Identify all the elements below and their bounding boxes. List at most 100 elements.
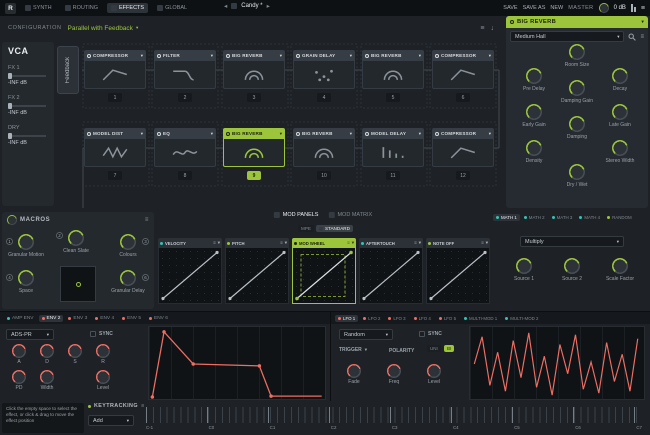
search-icon[interactable] <box>628 33 637 41</box>
mod-source-mod-wheel[interactable]: MOD WHEEL ≡ ▾ <box>292 238 356 306</box>
knob-decay-env[interactable]: D <box>33 344 61 365</box>
tab-math-1[interactable]: MATH 1 <box>493 214 520 221</box>
chevron-down-icon[interactable]: ▾ <box>350 131 352 137</box>
pitch-curve-graph[interactable] <box>225 248 289 304</box>
lfo-shape-select[interactable]: Random ▾ <box>339 329 393 340</box>
knob-width[interactable]: Width <box>33 370 61 391</box>
tab-random[interactable]: RANDOM <box>604 214 635 221</box>
lfo-trigger-select[interactable]: TRIGGER ▾ <box>339 347 367 353</box>
effect-slot-6[interactable]: COMPRESSOR ▾ 6 <box>432 50 494 102</box>
knob-damping-gain[interactable]: Damping Gain <box>555 80 599 104</box>
env-sync-toggle[interactable]: SYNC <box>90 331 113 337</box>
macros-settings-icon[interactable]: ≡ <box>145 217 149 223</box>
configuration-select[interactable]: Parallel with Feedback ▾ <box>68 25 139 32</box>
knob-scale-factor[interactable]: Scale Factor <box>596 258 644 282</box>
power-icon[interactable] <box>510 20 514 24</box>
knob-sustain[interactable]: S <box>61 344 89 365</box>
knob-pre-delay[interactable]: Pre Delay <box>512 68 556 92</box>
effect-slot-5[interactable]: BIG REVERB ▾ 5 <box>362 50 424 102</box>
env-mode-select[interactable]: ADS-PR ▾ <box>6 329 54 340</box>
knob-late-gain[interactable]: Late Gain <box>598 104 642 128</box>
tab-math-4[interactable]: MATH 4 <box>576 214 603 221</box>
keytracking-ruler[interactable] <box>146 407 642 423</box>
keytracking-add-select[interactable]: Add ▾ <box>88 415 134 426</box>
power-icon[interactable] <box>87 53 91 58</box>
chevron-down-icon[interactable]: ▾ <box>352 240 354 246</box>
tab-effects[interactable]: EFFECTS <box>107 3 149 13</box>
power-icon[interactable] <box>365 131 369 136</box>
chevron-down-icon[interactable]: ▾ <box>419 53 421 59</box>
effect-rack[interactable]: COMPRESSOR ▾ 1 FILTER ▾ 2 BIG REVERB ▾ 3 GR… <box>82 42 502 208</box>
power-icon[interactable] <box>435 131 439 136</box>
knob-density[interactable]: Density <box>512 140 556 164</box>
save-button[interactable]: SAVE <box>503 5 517 11</box>
power-icon[interactable] <box>296 131 300 136</box>
tab-math-2[interactable]: MATH 2 <box>521 214 548 221</box>
tab-lfo-5[interactable]: LFO 5 <box>436 315 459 322</box>
lfo-waveform-graph[interactable] <box>469 326 645 400</box>
tab-amp-env[interactable]: AMP ENV <box>4 315 37 322</box>
mod-source-note-off[interactable]: NOTE OFF ≡ ▾ <box>426 238 490 306</box>
preset-browser-icon[interactable] <box>231 3 238 9</box>
tab-lfo-3[interactable]: LFO 3 <box>385 315 408 322</box>
tab-global[interactable]: GLOBAL <box>153 3 191 13</box>
knob-early-gain[interactable]: Early Gain <box>512 104 556 128</box>
preset-name[interactable]: Candy * <box>241 3 262 9</box>
power-icon[interactable] <box>226 131 230 136</box>
chevron-down-icon[interactable]: ▾ <box>218 240 220 246</box>
knob-dry-wet[interactable]: Dry / Wet <box>555 164 599 188</box>
effect-slot-4[interactable]: GRAIN DELAY ▾ 4 <box>293 50 355 102</box>
knob-source-1[interactable]: Source 1 <box>500 258 548 282</box>
knob-fade[interactable]: Fade <box>340 364 368 385</box>
power-icon[interactable] <box>157 53 161 58</box>
polarity-uni-button[interactable]: UNI <box>427 345 441 352</box>
preset-next-button[interactable]: ▸ <box>267 2 270 10</box>
power-icon[interactable] <box>87 131 91 136</box>
power-icon[interactable] <box>226 53 230 58</box>
dry-level-slider[interactable] <box>8 133 46 139</box>
power-icon[interactable] <box>296 53 300 58</box>
effect-slot-8[interactable]: EQ ▾ 8 <box>154 128 216 180</box>
keytracking-settings-icon[interactable]: ≡ <box>141 403 145 409</box>
reverb-preset-select[interactable]: Medium Hall ▾ <box>510 31 625 42</box>
sliders-icon[interactable]: ≡ <box>414 240 417 246</box>
knob-decay[interactable]: Decay <box>598 68 642 92</box>
aftertouch-curve-graph[interactable] <box>359 248 423 304</box>
tab-math-3[interactable]: MATH 3 <box>549 214 576 221</box>
knob-lfo-level[interactable]: Level <box>420 364 448 385</box>
power-icon[interactable] <box>157 131 161 136</box>
sliders-icon[interactable]: ≡ <box>347 240 350 246</box>
effect-slot-11[interactable]: MODEL DELAY ▾ 11 <box>362 128 424 180</box>
lfo-sync-toggle[interactable]: SYNC <box>419 331 442 337</box>
knob-stereo-width[interactable]: Stereo Width <box>598 140 642 164</box>
chevron-down-icon[interactable]: ▾ <box>489 131 491 137</box>
effect-slot-12[interactable]: COMPRESSOR ▾ 12 <box>432 128 494 180</box>
tab-env-5[interactable]: ENV 5 <box>119 315 144 322</box>
tab-synth[interactable]: SYNTH <box>21 3 56 13</box>
note-off-curve-graph[interactable] <box>426 248 490 304</box>
effect-slot-2[interactable]: FILTER ▾ 2 <box>154 50 216 102</box>
chevron-down-icon[interactable]: ▾ <box>211 131 213 137</box>
sliders-icon[interactable]: ≡ <box>481 240 484 246</box>
effect-slot-1[interactable]: COMPRESSOR ▾ 1 <box>84 50 146 102</box>
chevron-down-icon[interactable]: ▾ <box>141 131 143 137</box>
envelope-graph[interactable] <box>148 326 326 400</box>
chevron-down-icon[interactable]: ▾ <box>486 240 488 246</box>
knob-source-2[interactable]: Source 2 <box>548 258 596 282</box>
menu-icon[interactable]: ≡ <box>641 5 645 12</box>
mod-source-velocity[interactable]: VELOCITY ≡ ▾ <box>158 238 222 306</box>
effect-slot-7[interactable]: MODEL DIST ▾ 7 <box>84 128 146 180</box>
effect-slot-3[interactable]: BIG REVERB ▾ 3 <box>223 50 285 102</box>
fx2-level-slider[interactable] <box>8 103 46 109</box>
power-icon[interactable] <box>365 53 369 58</box>
chevron-down-icon[interactable]: ▾ <box>489 53 491 59</box>
chevron-down-icon[interactable]: ▾ <box>641 19 644 25</box>
sliders-icon[interactable]: ≡ <box>213 240 216 246</box>
tab-mod-panels[interactable]: MOD PANELS <box>273 212 318 218</box>
mod-source-pitch[interactable]: PITCH ≡ ▾ <box>225 238 289 306</box>
tab-env-2[interactable]: ENV 2 <box>38 314 64 322</box>
tab-lfo-2[interactable]: LFO 2 <box>360 315 383 322</box>
feedback-button[interactable]: Feedback <box>57 46 79 94</box>
tab-multi-mod-1[interactable]: MULTI-MOD 1 <box>461 315 500 322</box>
chevron-down-icon[interactable]: ▾ <box>419 131 421 137</box>
